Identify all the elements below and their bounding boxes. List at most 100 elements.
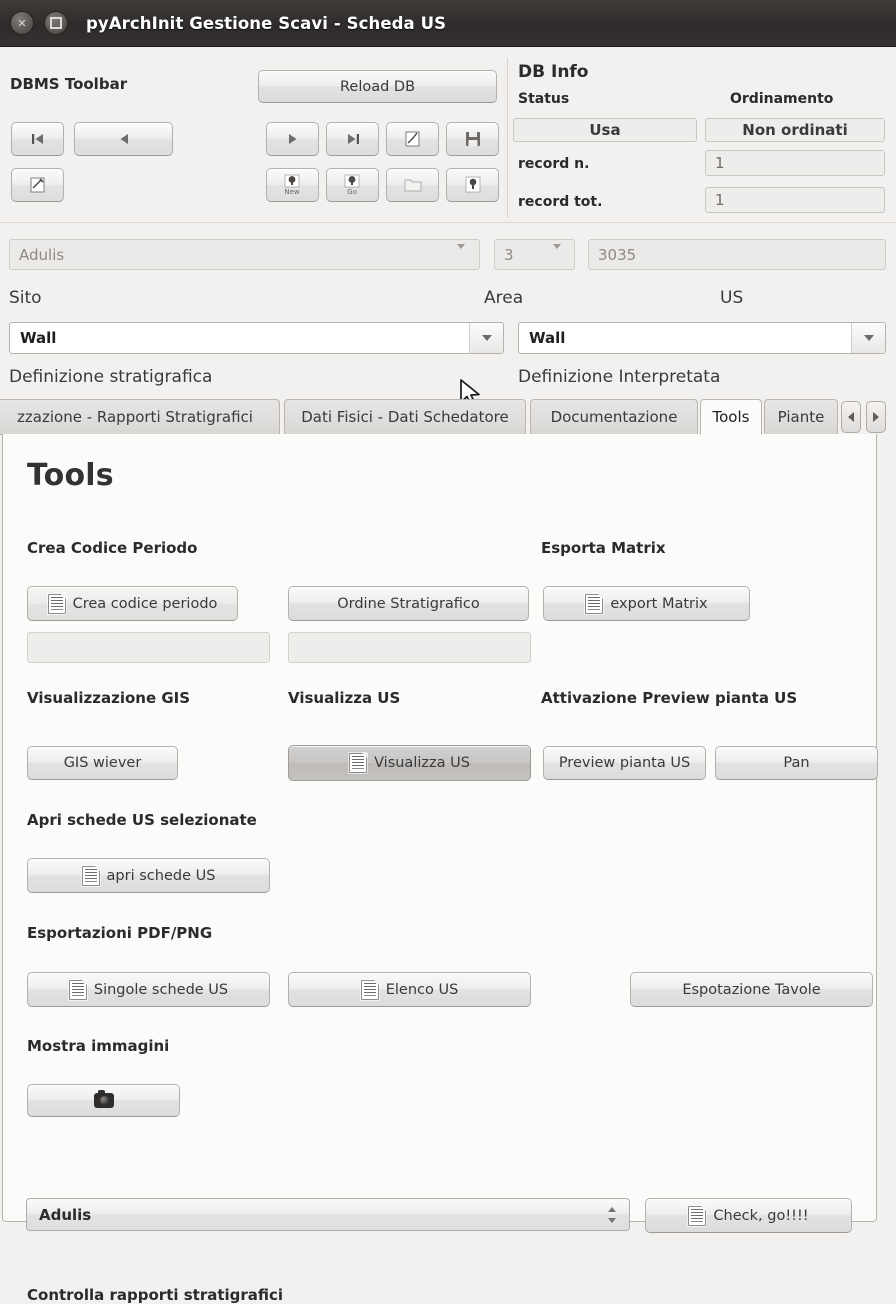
check-go-button[interactable]: Check, go!!!! [645, 1198, 852, 1233]
status-value: Usa [513, 118, 697, 142]
document-icon [68, 979, 87, 1000]
tab-tools[interactable]: Tools [700, 399, 762, 435]
close-icon[interactable]: ✕ [10, 11, 34, 35]
document-icon [47, 593, 66, 614]
crea-codice-periodo-label: Crea codice periodo [72, 595, 218, 612]
window-title: pyArchInit Gestione Scavi - Scheda US [86, 13, 447, 33]
document-icon [349, 753, 368, 773]
definizione-interpretata-value: Wall [529, 329, 566, 347]
search-pin-icon [465, 176, 480, 193]
document-icon [81, 865, 100, 886]
export-matrix-label: export Matrix [610, 595, 708, 612]
group-label-mostra-immagini: Mostra immagini [27, 1037, 170, 1055]
tab-rapporti-stratigrafici[interactable]: zzazione - Rapporti Stratigrafici [0, 399, 280, 435]
document-icon [585, 593, 604, 614]
group-label-preview-pianta-us: Attivazione Preview pianta US [541, 689, 798, 707]
singole-schede-us-label: Singole schede US [93, 981, 229, 998]
definizione-interpretata-combo[interactable]: Wall [518, 322, 886, 354]
controlla-rapporti-select[interactable]: Adulis [26, 1198, 630, 1231]
toolbar-divider [507, 58, 508, 218]
crea-codice-periodo-output-field[interactable] [27, 632, 270, 663]
definizione-interpretata-label: Definizione Interpretata [518, 367, 721, 387]
new-pin-icon: New [284, 174, 299, 196]
sito-readonly-arrow[interactable] [457, 244, 465, 268]
area-readonly-arrow[interactable] [553, 244, 561, 268]
gis-viewer-label: GIS wiever [63, 755, 142, 771]
esportazione-tavole-button[interactable]: Espotazione Tavole [630, 972, 873, 1007]
sito-readonly-field[interactable]: Adulis [9, 239, 480, 270]
skip-to-end-icon [347, 134, 359, 144]
new-record-button[interactable]: New [266, 168, 319, 202]
maximize-icon[interactable] [44, 11, 68, 35]
toolbar-bottom-divider [0, 222, 896, 223]
dbms-toolbar-label: DBMS Toolbar [10, 75, 128, 93]
group-label-crea-codice-periodo: Crea Codice Periodo [27, 539, 198, 557]
definizione-stratigrafica-label: Definizione stratigrafica [9, 367, 213, 387]
floppy-save-icon [465, 132, 480, 146]
save-record-button[interactable] [446, 122, 499, 156]
edit-record-button[interactable] [11, 168, 64, 202]
record-n-label: record n. [518, 156, 590, 172]
crea-codice-periodo-button[interactable]: Crea codice periodo [27, 586, 238, 621]
tab-label: Tools [712, 408, 750, 426]
next-record-button[interactable] [266, 122, 319, 156]
mostra-immagini-button[interactable] [27, 1084, 180, 1117]
group-label-controlla-rapporti: Controlla rapporti stratigrafici [27, 1286, 284, 1304]
tab-label: zzazione - Rapporti Stratigrafici [17, 408, 253, 426]
esportazione-tavole-label: Espotazione Tavole [682, 981, 821, 998]
ordinamento-value: Non ordinati [705, 118, 885, 142]
apri-schede-us-button[interactable]: apri schede US [27, 858, 270, 893]
elenco-us-button[interactable]: Elenco US [288, 972, 531, 1007]
chevron-down-icon[interactable] [851, 323, 885, 353]
area-label: Area [484, 288, 524, 308]
application-window: ✕ pyArchInit Gestione Scavi - Scheda US … [0, 0, 896, 1304]
group-label-apri-schede-us: Apri schede US selezionate [27, 811, 257, 829]
singole-schede-us-button[interactable]: Singole schede US [27, 972, 270, 1007]
modify-record-button[interactable] [386, 122, 439, 156]
us-readonly-field[interactable]: 3035 [588, 239, 886, 270]
go-pin-icon: Go [344, 174, 359, 196]
tab-dati-fisici[interactable]: Dati Fisici - Dati Schedatore [284, 399, 526, 435]
definizione-stratigrafica-value: Wall [20, 329, 57, 347]
check-go-label: Check, go!!!! [713, 1207, 809, 1224]
tab-label: Piante [777, 408, 825, 426]
pan-button[interactable]: Pan [715, 746, 878, 780]
record-tot-label: record tot. [518, 194, 603, 210]
go-search-button[interactable]: Go [326, 168, 379, 202]
record-n-value: 1 [705, 150, 885, 176]
chevron-down-icon[interactable] [469, 323, 503, 353]
pan-label: Pan [783, 755, 810, 771]
svg-text:Go: Go [347, 188, 357, 196]
controlla-rapporti-value: Adulis [39, 1205, 92, 1224]
group-label-esporta-matrix: Esporta Matrix [541, 539, 666, 557]
area-readonly-field[interactable]: 3 [494, 239, 575, 270]
open-folder-button[interactable] [386, 168, 439, 202]
definizione-stratigrafica-combo[interactable]: Wall [9, 322, 504, 354]
visualizza-us-button[interactable]: Visualizza US [288, 745, 531, 781]
preview-pianta-us-button[interactable]: Preview pianta US [543, 746, 706, 780]
reload-db-button[interactable]: Reload DB [258, 70, 497, 103]
page-title: Tools [27, 458, 114, 493]
status-label: Status [518, 91, 570, 107]
title-bar: ✕ pyArchInit Gestione Scavi - Scheda US [0, 0, 896, 47]
ordine-stratigrafico-output-field[interactable] [288, 632, 531, 663]
document-icon [688, 1205, 707, 1226]
tab-documentazione[interactable]: Documentazione [530, 399, 698, 435]
tab-scroll-left-button[interactable] [841, 401, 861, 433]
edit-sheet-icon [30, 177, 44, 193]
group-label-visualizza-us: Visualizza US [288, 689, 401, 707]
folder-icon [404, 179, 421, 192]
tab-scroll-right-button[interactable] [866, 401, 886, 433]
gis-viewer-button[interactable]: GIS wiever [27, 746, 178, 780]
export-matrix-button[interactable]: export Matrix [543, 586, 750, 621]
stepper-icon[interactable] [599, 1206, 625, 1223]
tab-piante[interactable]: Piante [764, 399, 838, 435]
last-record-button[interactable] [326, 122, 379, 156]
previous-record-button[interactable] [74, 122, 173, 156]
ordine-stratigrafico-button[interactable]: Ordine Stratigrafico [288, 586, 529, 621]
reload-db-label: Reload DB [339, 78, 416, 95]
tab-label: Documentazione [550, 408, 678, 426]
first-record-button[interactable] [11, 122, 64, 156]
search-pin-button[interactable] [446, 168, 499, 202]
tab-label: Dati Fisici - Dati Schedatore [301, 408, 509, 426]
